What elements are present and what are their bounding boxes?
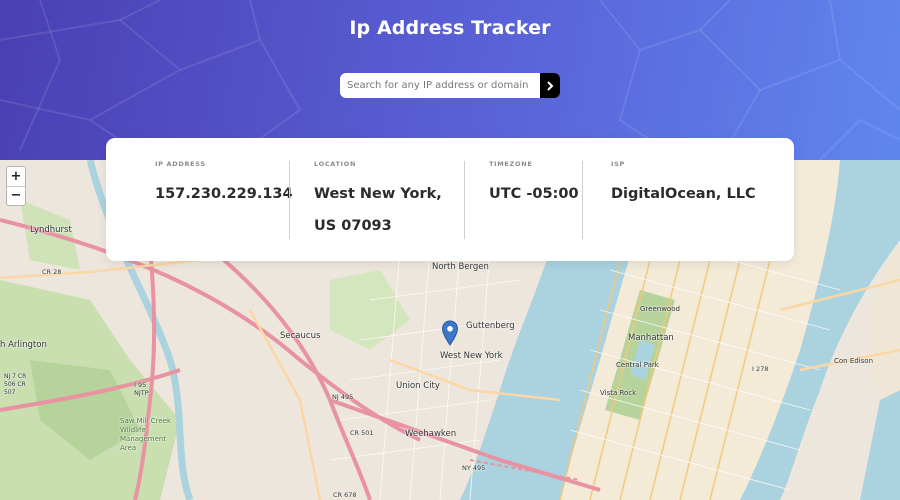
map-label-cr678: CR 678 (333, 491, 357, 499)
map-label-con-edison: Con Edison (834, 357, 874, 365)
map-label-i95: I 95 NJTP (134, 381, 149, 397)
location-marker[interactable] (441, 320, 459, 350)
map-label-central-park: Central Park (616, 361, 659, 369)
map-label-vista-rock: Vista Rock (600, 389, 637, 397)
map-label-union-city: Union City (396, 381, 440, 391)
chevron-right-icon (547, 80, 554, 91)
map-label-north-bergen: North Bergen (432, 262, 489, 272)
page-title: Ip Address Tracker (349, 17, 551, 39)
isp-section: ISP DigitalOcean, LLC (611, 160, 756, 210)
zoom-control: + − (6, 166, 26, 206)
map-label-nj7: NJ 7 CR 506 CR 507 (4, 373, 27, 396)
map-label-cr501: CR 501 (350, 429, 374, 437)
divider (464, 161, 465, 239)
divider (289, 161, 290, 239)
timezone-label: TIMEZONE (489, 160, 533, 168)
search-submit-button[interactable] (540, 73, 560, 98)
divider (582, 161, 583, 239)
timezone-section: TIMEZONE UTC -05:00 (489, 160, 579, 210)
map-label-cr28: CR 28 (42, 268, 62, 276)
location-value: West New York, US 07093 (314, 186, 442, 234)
map-label-ny495: NY 495 (462, 464, 486, 472)
map-label-sawmill: Saw Mill Creek Wildlife Management Area (120, 417, 172, 452)
map-label-guttenberg: Guttenberg (466, 321, 515, 331)
zoom-in-button[interactable]: + (7, 167, 25, 186)
map-pin-icon (441, 320, 459, 346)
ip-address-value: 157.230.229.134 (155, 186, 293, 202)
ip-address-section: IP ADDRESS 157.230.229.134 (155, 160, 293, 210)
ip-info-card: IP ADDRESS 157.230.229.134 LOCATION West… (106, 138, 794, 261)
zoom-out-button[interactable]: − (7, 186, 25, 205)
map-label-west-new-york: West New York (440, 351, 503, 361)
map-label-lyndhurst: Lyndhurst (30, 225, 72, 235)
map-label-secaucus: Secaucus (280, 331, 321, 341)
search-input[interactable] (340, 73, 540, 98)
search-bar (340, 73, 560, 98)
header-banner: Ip Address Tracker (0, 0, 900, 160)
map-label-weehawken: Weehawken (405, 429, 457, 439)
isp-label: ISP (611, 160, 625, 168)
ip-address-label: IP ADDRESS (155, 160, 206, 168)
timezone-value: UTC -05:00 (489, 186, 579, 202)
map-label-arlington: h Arlington (0, 340, 47, 350)
location-section: LOCATION West New York, US 07093 (314, 160, 459, 242)
location-label: LOCATION (314, 160, 357, 168)
isp-value: DigitalOcean, LLC (611, 186, 756, 202)
map-label-i278: I 278 (752, 365, 769, 373)
map-label-greenwood: Greenwood (640, 305, 680, 313)
map-label-manhattan: Manhattan (628, 333, 674, 343)
map-label-nj495: NJ 495 (332, 393, 354, 401)
